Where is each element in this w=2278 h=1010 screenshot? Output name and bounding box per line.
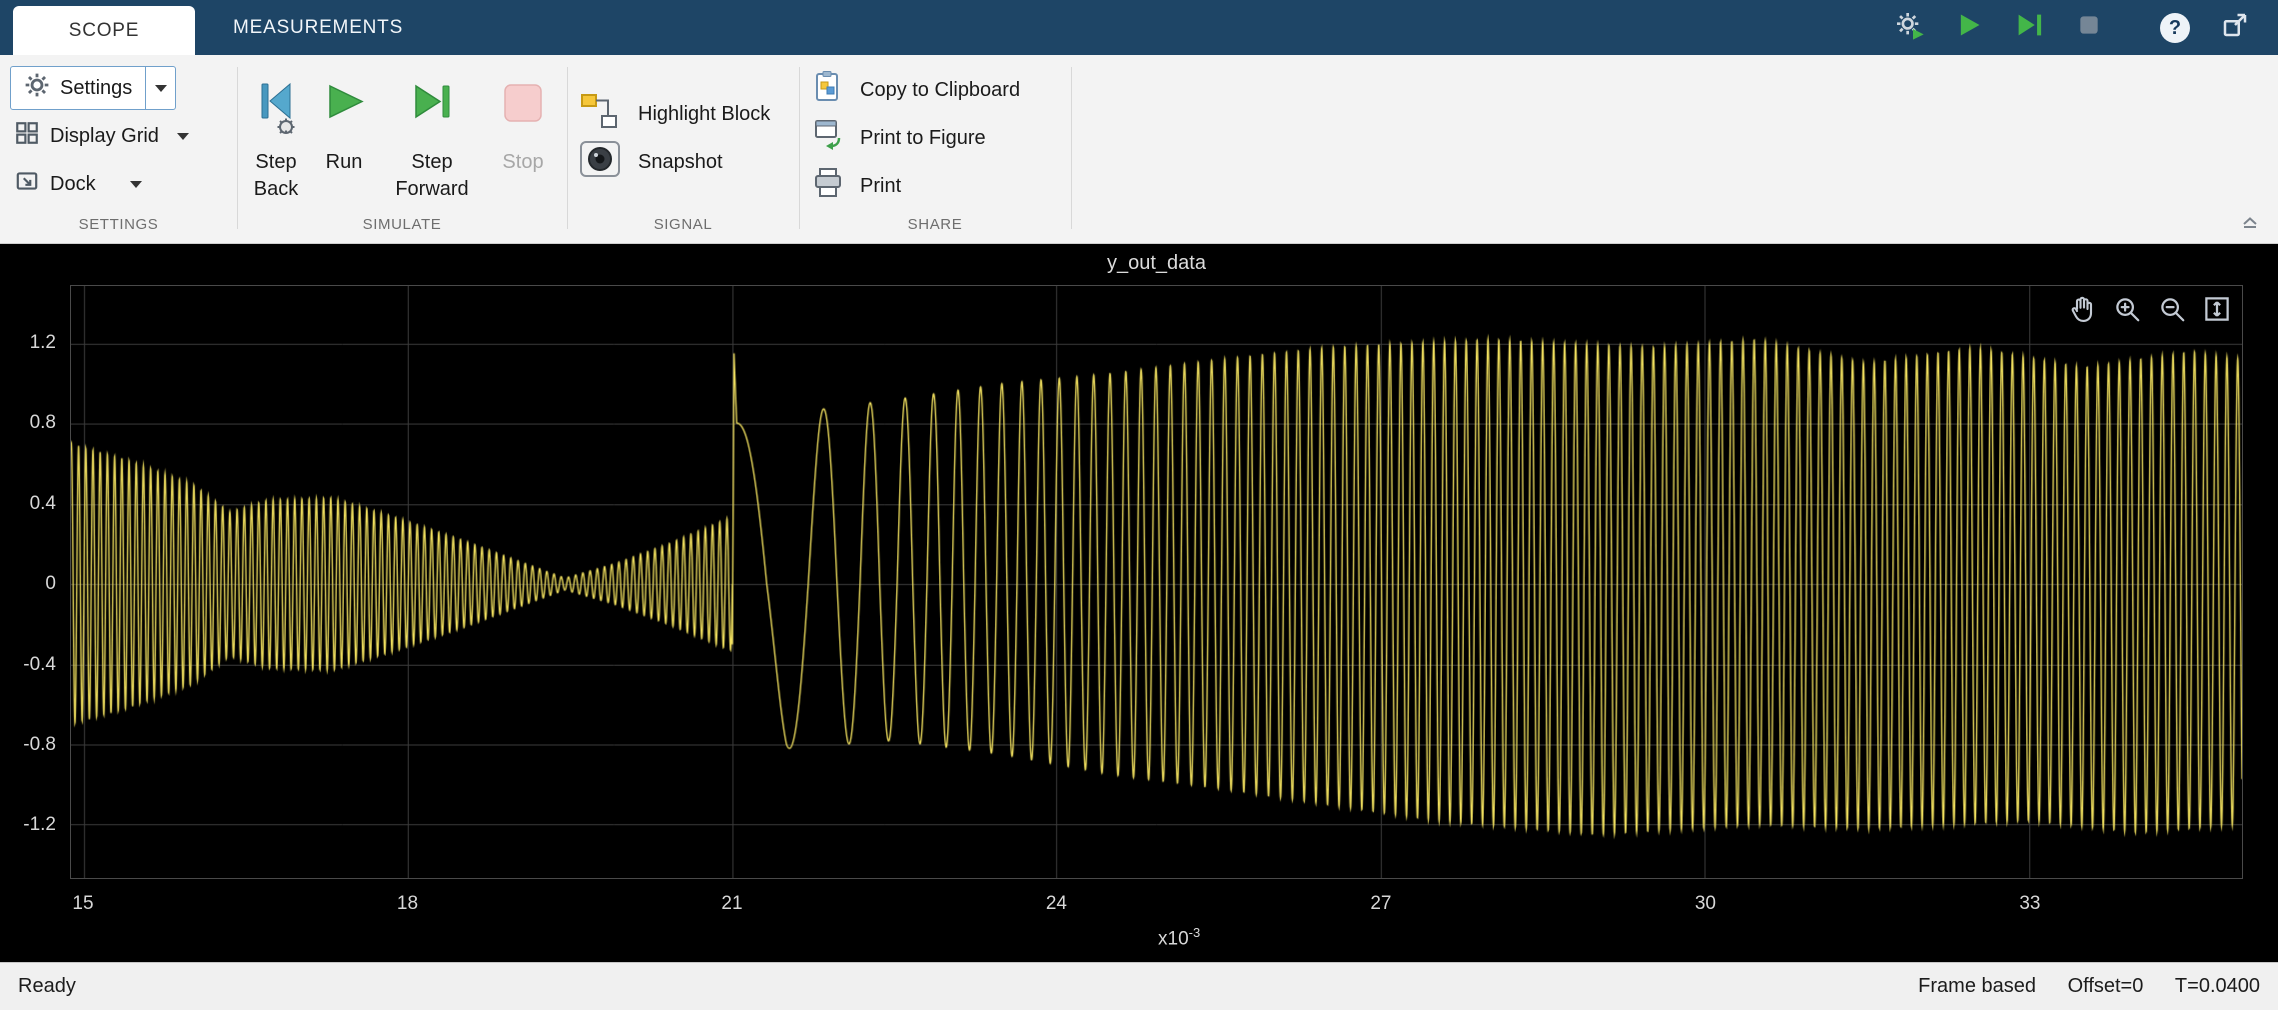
scope-window: SCOPE MEASUREMENTS xyxy=(0,0,2278,1010)
step-back-label-line1: Step xyxy=(255,149,296,176)
display-grid-label: Display Grid xyxy=(50,125,159,148)
section-label-settings: SETTINGS xyxy=(0,216,237,233)
section-divider xyxy=(1071,67,1072,229)
section-divider xyxy=(799,67,800,229)
pan-hand-icon[interactable] xyxy=(2067,294,2097,329)
step-forward-label-line2: Forward xyxy=(395,176,468,203)
dock-label: Dock xyxy=(50,173,96,196)
status-offset: Offset=0 xyxy=(2068,975,2144,997)
x-axis-multiplier: x10-3 xyxy=(1158,925,1200,950)
titlebar-undock-button[interactable] xyxy=(2216,6,2254,50)
titlebar-step-forward-button[interactable] xyxy=(2010,6,2048,50)
snapshot-button[interactable]: Snapshot xyxy=(578,139,723,185)
y-tick-label: -0.8 xyxy=(0,734,56,756)
tab-measurements[interactable]: MEASUREMENTS xyxy=(205,0,431,55)
snapshot-icon xyxy=(578,137,622,187)
step-forward-icon xyxy=(406,79,458,137)
plot-title: y_out_data xyxy=(70,252,2243,275)
section-label-simulate: SIMULATE xyxy=(237,216,567,233)
titlebar-help-button[interactable]: ? xyxy=(2156,6,2194,50)
step-forward-icon xyxy=(2014,11,2044,44)
titlebar-run-button[interactable] xyxy=(1950,6,1988,50)
highlight-block-label: Highlight Block xyxy=(638,103,770,126)
print-button[interactable]: Print xyxy=(812,165,901,207)
step-back-icon xyxy=(250,79,302,137)
chevron-down-icon xyxy=(130,181,142,188)
settings-label: Settings xyxy=(60,77,132,100)
gear-icon xyxy=(24,72,50,104)
print-to-figure-button[interactable]: Print to Figure xyxy=(812,117,986,159)
titlebar-stop-button xyxy=(2070,6,2108,50)
settings-button[interactable]: Settings xyxy=(10,66,176,110)
dock-button[interactable]: Dock xyxy=(14,164,142,204)
print-label: Print xyxy=(860,175,901,198)
scope-plot-area: y_out_data xyxy=(0,244,2278,962)
x-tick-label: 15 xyxy=(51,893,115,915)
titlebar-step-back-button[interactable] xyxy=(1890,6,1928,50)
highlight-block-button[interactable]: Highlight Block xyxy=(578,91,770,137)
dock-icon xyxy=(14,168,40,200)
run-label: Run xyxy=(326,149,363,176)
plot-nav-toolbar xyxy=(2067,294,2232,329)
status-ready: Ready xyxy=(18,975,76,998)
toolstrip-ribbon: Settings Display Grid xyxy=(0,55,2278,244)
clipboard-icon xyxy=(812,70,844,110)
run-button[interactable]: Run xyxy=(304,79,384,176)
y-tick-label: 0 xyxy=(0,573,56,595)
zoom-out-icon[interactable] xyxy=(2157,294,2187,329)
fit-to-view-icon[interactable] xyxy=(2202,294,2232,329)
section-label-signal: SIGNAL xyxy=(567,216,799,233)
display-grid-button[interactable]: Display Grid xyxy=(14,116,189,156)
titlebar-quick-toolbar: ? xyxy=(1890,0,2254,55)
undock-icon xyxy=(2220,10,2250,45)
x-tick-label: 30 xyxy=(1673,893,1737,915)
y-tick-label: -0.4 xyxy=(0,654,56,676)
stop-button: Stop xyxy=(473,79,573,176)
x-tick-label: 18 xyxy=(375,893,439,915)
grid-icon xyxy=(14,120,40,152)
stop-icon xyxy=(2076,12,2102,43)
y-tick-label: -1.2 xyxy=(0,814,56,836)
step-forward-label-line1: Step xyxy=(411,149,452,176)
section-divider xyxy=(567,67,568,229)
waveform-canvas[interactable] xyxy=(71,286,2242,878)
copy-to-clipboard-label: Copy to Clipboard xyxy=(860,79,1020,102)
run-icon xyxy=(1955,11,1983,44)
step-back-label-line2: Back xyxy=(254,176,298,203)
toolstrip-tab-bar: SCOPE MEASUREMENTS xyxy=(0,0,2278,55)
status-time: T=0.0400 xyxy=(2175,975,2260,997)
help-icon: ? xyxy=(2160,13,2190,43)
y-tick-label: 1.2 xyxy=(0,332,56,354)
highlight-block-icon xyxy=(578,89,622,139)
status-frame-based: Frame based xyxy=(1918,975,2036,997)
settings-button-main[interactable]: Settings xyxy=(11,67,145,109)
collapse-toolstrip-button[interactable] xyxy=(2238,211,2262,231)
x-tick-label: 33 xyxy=(1998,893,2062,915)
chevron-up-icon xyxy=(2241,214,2259,228)
x-tick-label: 21 xyxy=(700,893,764,915)
printer-icon xyxy=(812,166,844,206)
zoom-in-icon[interactable] xyxy=(2112,294,2142,329)
chevron-down-icon xyxy=(177,133,189,140)
x-tick-label: 24 xyxy=(1024,893,1088,915)
run-icon xyxy=(318,79,370,137)
step-back-gear-icon xyxy=(1893,9,1925,46)
section-label-share: SHARE xyxy=(799,216,1071,233)
stop-label: Stop xyxy=(502,149,543,176)
tab-scope[interactable]: SCOPE xyxy=(13,6,195,55)
print-to-figure-label: Print to Figure xyxy=(860,127,986,150)
print-to-figure-icon xyxy=(812,118,844,158)
status-bar: Ready Frame based Offset=0 T=0.0400 xyxy=(0,962,2278,1010)
y-tick-label: 0.8 xyxy=(0,412,56,434)
status-right: Frame based Offset=0 T=0.0400 xyxy=(1892,975,2260,998)
chevron-down-icon xyxy=(155,85,167,92)
copy-to-clipboard-button[interactable]: Copy to Clipboard xyxy=(812,69,1020,111)
snapshot-label: Snapshot xyxy=(638,151,723,174)
y-tick-label: 0.4 xyxy=(0,493,56,515)
plot-axes xyxy=(70,285,2243,879)
settings-dropdown-button[interactable] xyxy=(145,67,175,109)
x-tick-label: 27 xyxy=(1349,893,1413,915)
step-forward-button[interactable]: Step Forward xyxy=(382,79,482,203)
stop-icon xyxy=(497,79,549,137)
